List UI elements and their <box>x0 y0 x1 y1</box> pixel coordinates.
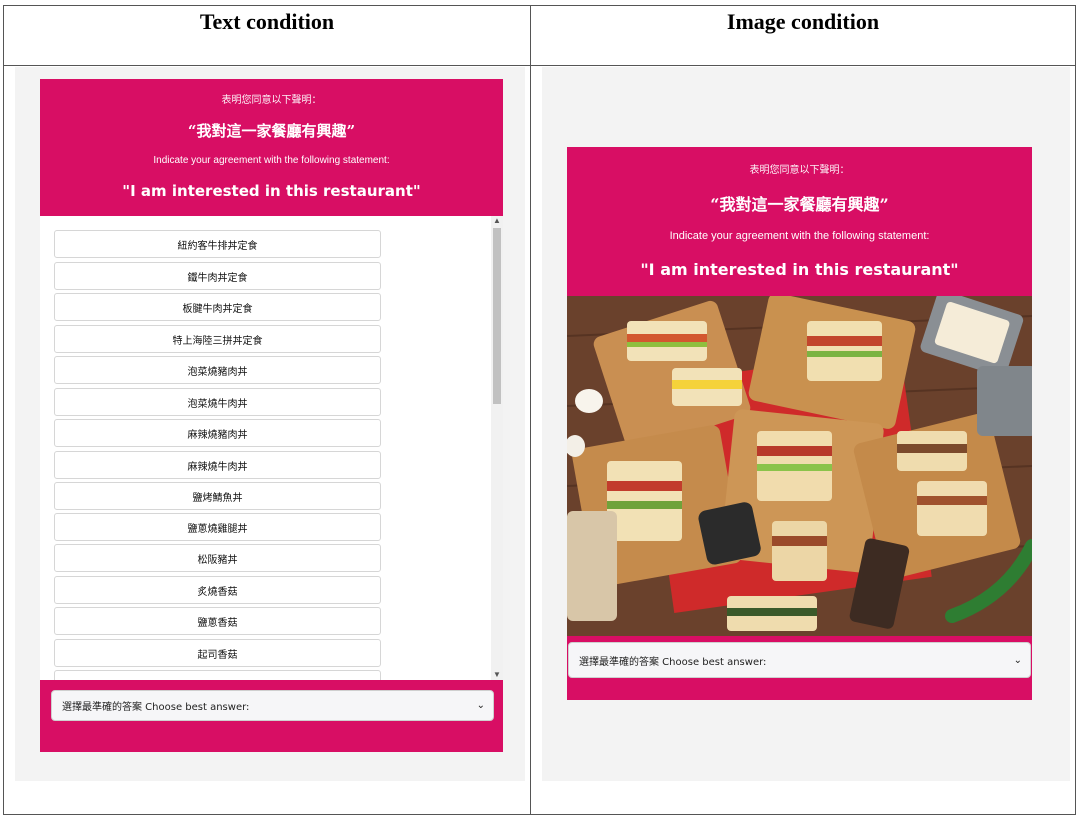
en-prompt: Indicate your agreement with the followi… <box>669 230 930 242</box>
menu-item[interactable]: 炙燒香菇 <box>54 576 381 604</box>
menu-item[interactable]: 泡菜燒牛肉丼 <box>54 388 381 416</box>
menu-item[interactable]: 特上海陸三拼丼定食 <box>54 325 381 353</box>
menu-item-partial[interactable] <box>54 670 381 680</box>
restaurant-photo <box>567 296 1032 636</box>
text-condition-footer: 選擇最準確的答案 Choose best answer: ⌄ <box>40 680 503 752</box>
en-prompt: Indicate your agreement with the followi… <box>153 155 390 166</box>
menu-item[interactable]: 鹽蔥燒雞腿丼 <box>54 513 381 541</box>
text-condition-header: 表明您同意以下聲明： “我對這一家餐廳有興趣” Indicate your ag… <box>40 79 503 216</box>
menu-item[interactable]: 鹽蔥香菇 <box>54 607 381 635</box>
header-divider <box>3 65 1076 66</box>
menu-item[interactable]: 麻辣燒牛肉丼 <box>54 451 381 479</box>
menu-item[interactable]: 鐵牛肉丼定食 <box>54 262 381 290</box>
zh-statement: “我對這一家餐廳有興趣” <box>710 195 889 214</box>
menu-item[interactable]: 紐約客牛排丼定食 <box>54 230 381 258</box>
zh-prompt: 表明您同意以下聲明： <box>221 95 322 106</box>
column-divider <box>530 5 531 815</box>
answer-select-label: 選擇最準確的答案 Choose best answer: <box>62 702 250 713</box>
sandwich-platter-image <box>567 296 1032 636</box>
chevron-down-icon: ⌄ <box>1013 654 1022 666</box>
menu-item[interactable]: 鹽烤鯖魚丼 <box>54 482 381 510</box>
menu-item[interactable]: 起司香菇 <box>54 639 381 667</box>
menu-item[interactable]: 松阪豬丼 <box>54 544 381 572</box>
list-scrollbar[interactable]: ▲ ▼ <box>491 216 503 680</box>
image-condition-header: 表明您同意以下聲明： “我對這一家餐廳有興趣” Indicate your ag… <box>567 147 1032 296</box>
menu-item[interactable]: 麻辣燒豬肉丼 <box>54 419 381 447</box>
scroll-down-arrow-icon[interactable]: ▼ <box>491 670 503 680</box>
answer-select-label: 選擇最準確的答案 Choose best answer: <box>579 656 767 668</box>
text-condition-title: Text condition <box>199 9 335 34</box>
image-condition-title: Image condition <box>726 9 880 34</box>
en-statement: "I am interested in this restaurant" <box>122 182 421 200</box>
image-condition-footer: 選擇最準確的答案 Choose best answer: ⌄ <box>567 636 1032 700</box>
zh-statement: “我對這一家餐廳有興趣” <box>187 122 356 140</box>
answer-select[interactable]: 選擇最準確的答案 Choose best answer: ⌄ <box>51 690 494 721</box>
menu-item[interactable]: 板腱牛肉丼定食 <box>54 293 381 321</box>
zh-prompt: 表明您同意以下聲明： <box>749 165 850 176</box>
scroll-up-arrow-icon[interactable]: ▲ <box>491 216 503 226</box>
menu-item[interactable]: 泡菜燒豬肉丼 <box>54 356 381 384</box>
answer-select[interactable]: 選擇最準確的答案 Choose best answer: ⌄ <box>568 642 1031 678</box>
scroll-thumb[interactable] <box>493 228 501 404</box>
chevron-down-icon: ⌄ <box>476 700 485 711</box>
en-statement: "I am interested in this restaurant" <box>640 260 959 279</box>
menu-list: 紐約客牛排丼定食 鐵牛肉丼定食 板腱牛肉丼定食 特上海陸三拼丼定食 泡菜燒豬肉丼… <box>40 216 503 680</box>
